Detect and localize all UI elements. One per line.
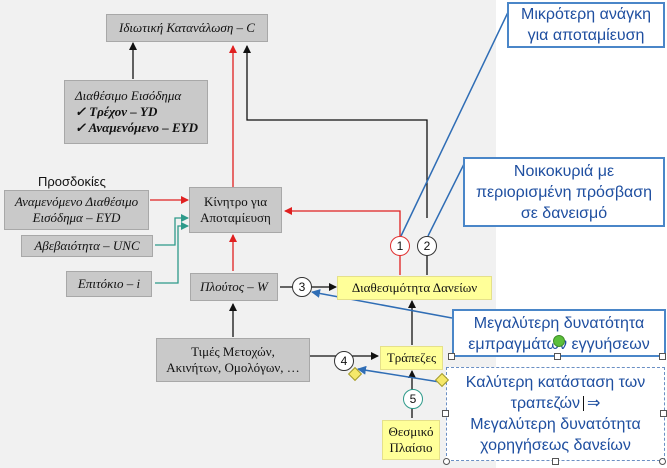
callout-collateral-line1: Μεγαλύτερη δυνατότητα [473, 315, 645, 332]
rotate-handle[interactable] [553, 335, 565, 347]
wealth-box: Πλούτος – W [190, 273, 278, 301]
callout-bank-condition-line1: Καλύτερη κατάσταση των [465, 374, 646, 391]
interest-rate-box: Επιτόκιο – i [66, 271, 152, 297]
callout-bank-condition[interactable]: Καλύτερη κατάσταση των τραπεζών ⇒ Μεγαλύτ… [446, 367, 665, 461]
resize-handle-top-middle[interactable] [554, 353, 561, 360]
resize-handle-middle-left[interactable] [442, 410, 449, 417]
expected-income-box: Αναμενόμενο Διαθέσιμο Εισόδημα – EYD [4, 190, 149, 230]
callout-households-line2: περιορισμένη πρόσβαση [475, 184, 653, 201]
marker-4: 4 [334, 351, 354, 371]
arrow-loans-to-consumption-top [243, 45, 428, 175]
asset-prices-line2: Ακινήτων, Ομολόγων, … [166, 360, 300, 375]
callout-less-saving-line1: Μικρότερη ανάγκη [521, 6, 651, 23]
disposable-income-title: Διαθέσιμο Εισόδημα [75, 88, 182, 103]
resize-handle-top-left[interactable] [448, 353, 455, 360]
uncertainty-box: Αβεβαιότητα – UNC [21, 235, 153, 257]
connector-households [427, 159, 467, 237]
resize-handle-bottom-middle[interactable] [552, 458, 559, 465]
wealth-label: Πλούτος – W [200, 279, 268, 294]
consumption-box: Ιδιωτική Κατανάλωση – C [106, 14, 268, 42]
resize-handle-top-right[interactable] [659, 353, 666, 360]
callout-households-limited[interactable]: Νοικοκυριά με περιορισμένη πρόσβαση σε δ… [463, 157, 665, 227]
callout-bank-condition-line4: χορηγήσεως δανείων [480, 437, 631, 454]
expectations-label: Προσδοκίες [38, 174, 106, 189]
loan-availability-box: Διαθεσιμότητα Δανείων [337, 276, 492, 300]
institutional-framework-line2: Πλαίσιο [389, 440, 433, 455]
consumption-label: Ιδιωτική Κατανάλωση – C [119, 20, 255, 35]
callout-bank-condition-row2: τραπεζών ⇒ [447, 393, 664, 414]
resize-handle-bottom-left[interactable] [443, 458, 450, 465]
callout-collateral[interactable]: Μεγαλύτερη δυνατότητα εμπραγμάτων εγγυήσ… [452, 309, 666, 357]
institutional-framework-box: Θεσμικό Πλαίσιο [382, 420, 440, 460]
asset-prices-line1: Τιμές Μετοχών, [191, 344, 275, 359]
expected-income-line2: Εισόδημα – EYD [32, 210, 121, 225]
saving-incentive-box: Κίνητρο για Αποταμίευση [189, 187, 282, 233]
callout-households-line3: σε δανεισμό [520, 205, 608, 222]
saving-incentive-line1: Κίνητρο για [203, 194, 268, 209]
marker-1: 1 [390, 236, 410, 256]
callout-less-saving-line2: για αποταμίευση [527, 27, 645, 44]
implies-arrow-icon: ⇒ [586, 395, 601, 412]
expected-income-line1: Αναμενόμενο Διαθέσιμο [14, 194, 139, 209]
disposable-income-box: Διαθέσιμο Εισόδημα ✓ Τρέχον – YD ✓ Αναμε… [64, 80, 208, 144]
uncertainty-label: Αβεβαιότητα – UNC [34, 238, 140, 253]
arrow-loans-to-saving [284, 207, 401, 275]
arrow-uncertainty-to-saving [155, 214, 189, 246]
callout-less-saving[interactable]: Μικρότερη ανάγκη για αποταμίευση [507, 2, 665, 48]
banks-box: Τράπεζες [380, 346, 443, 370]
callout-households-line1: Νοικοκυριά με [513, 163, 615, 180]
arrow-interest-to-saving [155, 222, 189, 284]
marker-2: 2 [417, 236, 437, 256]
connector-bank-condition [357, 365, 447, 384]
institutional-framework-line1: Θεσμικό [388, 424, 434, 439]
text-cursor [582, 396, 584, 412]
callout-bank-condition-line2: τραπεζών [510, 395, 580, 412]
resize-handle-bottom-right[interactable] [659, 458, 666, 465]
resize-handle-middle-right[interactable] [660, 410, 667, 417]
saving-incentive-line2: Αποταμίευση [200, 210, 271, 225]
marker-3: 3 [292, 277, 312, 297]
diagram-canvas: Ιδιωτική Κατανάλωση – C Διαθέσιμο Εισόδη… [0, 0, 667, 468]
disposable-income-expected: ✓ Αναμενόμενο – EYD [75, 120, 198, 135]
banks-label: Τράπεζες [386, 350, 437, 365]
asset-prices-box: Τιμές Μετοχών, Ακινήτων, Ομολόγων, … [156, 338, 310, 382]
callout-bank-condition-line3: Μεγαλύτερη δυνατότητα [470, 416, 641, 433]
interest-rate-label: Επιτόκιο – i [77, 276, 141, 291]
loan-availability-label: Διαθεσιμότητα Δανείων [351, 280, 478, 295]
marker-5: 5 [403, 389, 423, 409]
disposable-income-current: ✓ Τρέχον – YD [75, 104, 158, 119]
